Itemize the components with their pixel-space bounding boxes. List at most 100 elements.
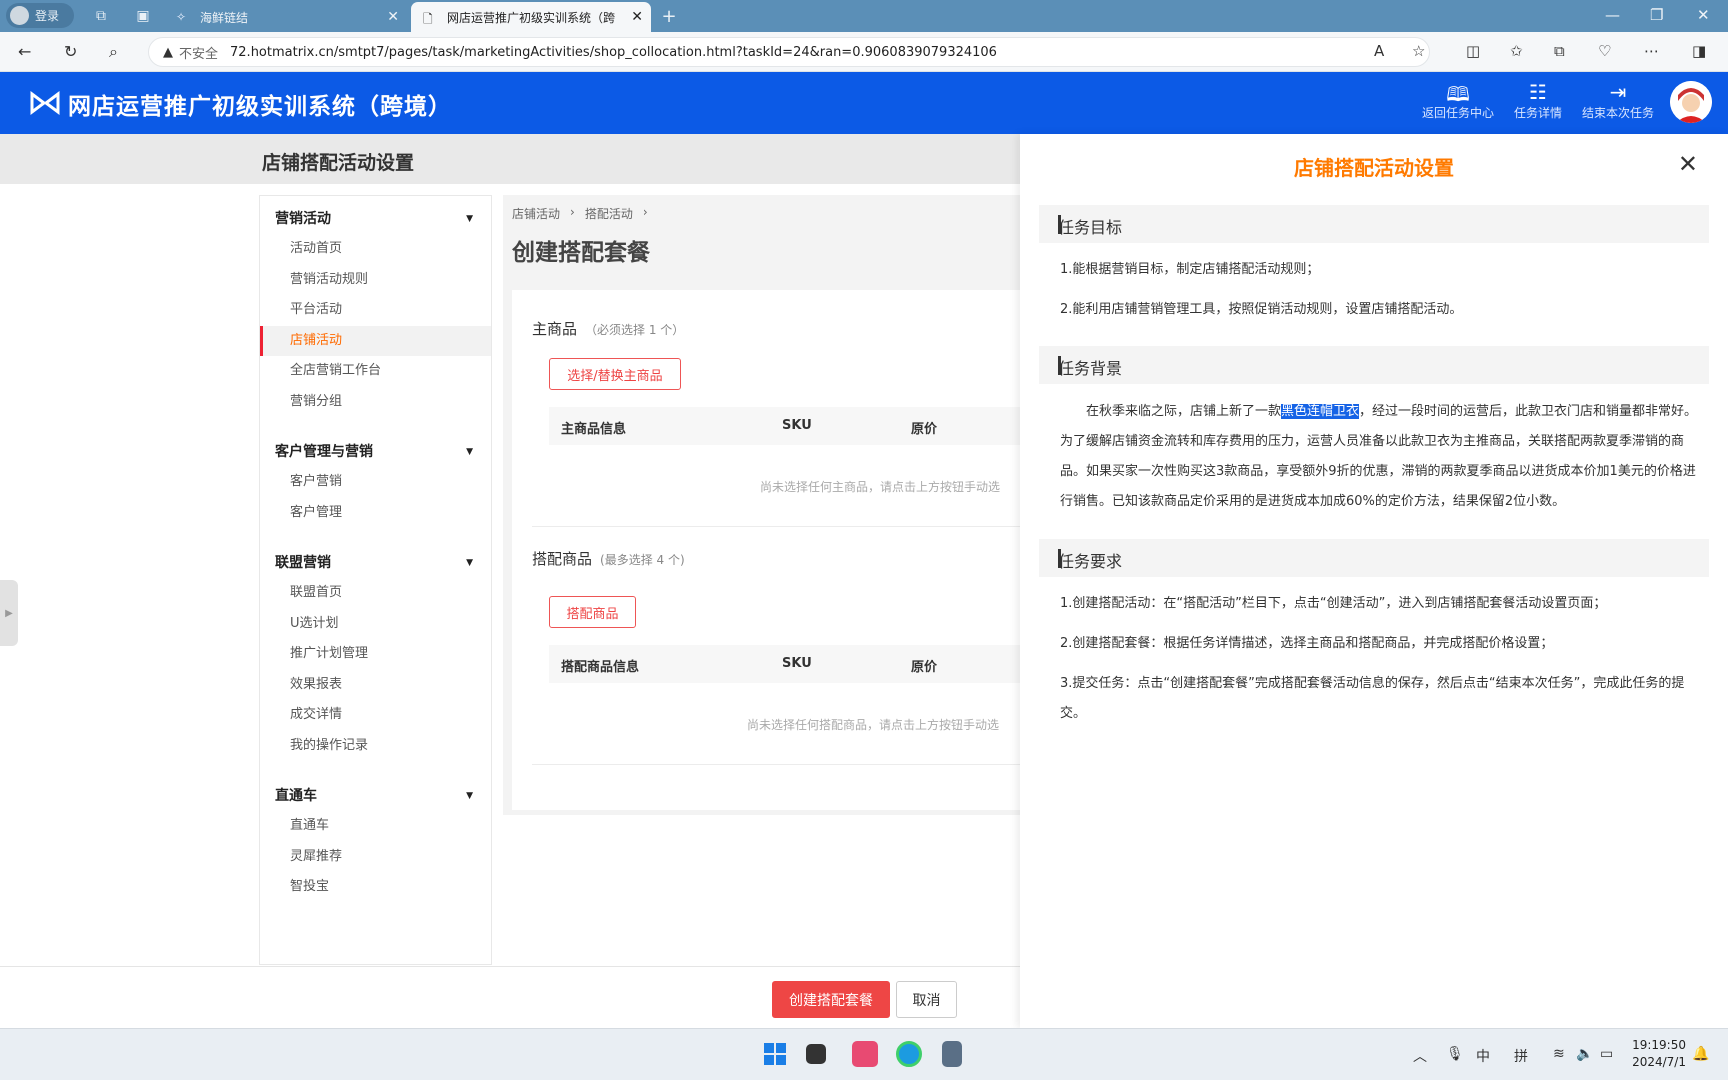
paragraph: 1.创建搭配活动：在“搭配活动”栏目下，点击“创建活动”，进入到店铺搭配套餐活动… xyxy=(1060,596,1607,611)
sidebar-item-platform-activity[interactable]: 平台活动 xyxy=(260,295,491,326)
sidebar-expand-handle[interactable]: ▶ xyxy=(0,580,18,646)
clock-date: 2024/7/1 xyxy=(1632,1055,1686,1069)
security-label: 不安全 xyxy=(179,46,219,62)
sidebar-group-title[interactable]: 直通车 ▼ xyxy=(260,781,491,811)
workspaces-icon[interactable]: ⧉ xyxy=(92,7,110,25)
match-product-button[interactable]: 搭配商品 xyxy=(549,596,636,628)
restore-icon[interactable]: ❐ xyxy=(1650,6,1663,24)
edge-browser-icon[interactable] xyxy=(896,1041,922,1067)
button-label: 结束本次任务 xyxy=(1581,106,1654,120)
favorite-star-icon[interactable]: ☆ xyxy=(1412,42,1425,60)
sidebar-item-shop-activity[interactable]: 店铺活动 xyxy=(260,325,491,356)
ime-language[interactable]: 中 xyxy=(1476,1046,1490,1066)
sidebar-item-zhitoubao[interactable]: 智投宝 xyxy=(260,872,491,903)
sidebar-item-customer-management[interactable]: 客户管理 xyxy=(260,498,491,529)
text-run: 在秋季来临之际，店铺上新了一款 xyxy=(1086,404,1282,419)
column-header: SKU xyxy=(782,656,812,671)
sidebar-item-marketing-groups[interactable]: 营销分组 xyxy=(260,387,491,418)
sidebar-item-lingxi[interactable]: 灵犀推荐 xyxy=(260,842,491,873)
refresh-icon[interactable]: ↻ xyxy=(64,42,77,61)
sidebar-group-title[interactable]: 营销活动 ▼ xyxy=(260,204,491,234)
address-input[interactable]: ▲ 不安全 72.hotmatrix.cn/smtpt7/pages/task/… xyxy=(148,37,1430,67)
split-screen-icon[interactable]: ◫ xyxy=(1466,42,1480,60)
back-icon[interactable]: ← xyxy=(18,42,31,61)
group-label: 联盟营销 xyxy=(275,555,331,571)
sidebar-item-deal-details[interactable]: 成交详情 xyxy=(260,700,491,731)
volume-icon[interactable]: 🔈 xyxy=(1576,1046,1593,1062)
end-task-button[interactable]: ⇥ 结束本次任务 xyxy=(1578,80,1658,121)
main-content: 店铺活动 › 搭配活动 › 创建搭配套餐 主商品 （必须选择 1 个） 选择/替换… xyxy=(503,195,1020,815)
tab-actions-icon[interactable]: ▣ xyxy=(134,7,152,25)
section-title: 任务背景 xyxy=(1058,359,1123,378)
collections-icon[interactable]: ⧉ xyxy=(1554,42,1565,60)
more-menu-icon[interactable]: ⋯ xyxy=(1644,42,1659,60)
battery-icon[interactable]: ▭ xyxy=(1600,1046,1613,1062)
sidebar-item-through-train[interactable]: 直通车 xyxy=(260,811,491,842)
system-clock[interactable]: 19:19:50 2024/7/1 xyxy=(1632,1037,1686,1071)
tab-label: 海鲜链结 xyxy=(200,10,249,25)
task-view-icon[interactable] xyxy=(806,1044,826,1064)
sidebar-item-my-logs[interactable]: 我的操作记录 xyxy=(260,731,491,762)
sidebar-item-customer-marketing[interactable]: 客户营销 xyxy=(260,467,491,498)
column-header: 原价 xyxy=(911,660,938,675)
close-tab-icon[interactable]: ✕ xyxy=(387,9,399,25)
clock-time: 19:19:50 xyxy=(1632,1038,1686,1052)
column-header: 主商品信息 xyxy=(561,422,627,437)
user-avatar[interactable] xyxy=(1670,81,1712,123)
return-task-center-button[interactable]: 🕮 返回任务中心 xyxy=(1418,80,1498,121)
selected-text: 黑色连帽卫衣 xyxy=(1281,404,1360,419)
breadcrumb-shop-activity[interactable]: 店铺活动 xyxy=(512,205,560,222)
site-favicon-icon: ✧ xyxy=(176,10,187,24)
breadcrumb-match-activity[interactable]: 搭配活动 xyxy=(585,205,633,222)
app-icon[interactable] xyxy=(852,1041,878,1067)
favorites-icon[interactable]: ✩ xyxy=(1510,42,1523,60)
main-product-table-header: 主商品信息 SKU 原价 xyxy=(549,407,1020,445)
chevron-right-icon: ▶ xyxy=(5,607,13,619)
sidebar-item-marketing-workbench[interactable]: 全店营销工作台 xyxy=(260,356,491,387)
app-logo-icon xyxy=(30,91,60,115)
section-hint: (最多选择 4 个) xyxy=(600,553,685,567)
sidebar-group-title[interactable]: 客户管理与营销 ▼ xyxy=(260,437,491,467)
breadcrumb-separator: › xyxy=(642,205,648,219)
book-icon: 🕮 xyxy=(1446,82,1470,106)
section-hint: （必须选择 1 个） xyxy=(585,323,685,337)
close-icon[interactable]: ✕ xyxy=(1678,150,1698,178)
tab-inactive[interactable]: ✧ 海鲜链结 ✕ xyxy=(164,2,407,32)
close-window-icon[interactable]: ✕ xyxy=(1697,6,1710,24)
paragraph: 1.能根据营销目标，制定店铺搭配活动规则； xyxy=(1060,262,1320,277)
sidebar-item-affiliate-home[interactable]: 联盟首页 xyxy=(260,578,491,609)
microphone-icon[interactable]: 🎙 xyxy=(1446,1046,1464,1062)
sidebar-item-activity-home[interactable]: 活动首页 xyxy=(260,234,491,265)
browser-essentials-icon[interactable]: ♡ xyxy=(1598,42,1611,60)
breadcrumb: 店铺活动 › 搭配活动 › xyxy=(512,205,648,222)
sidebar-toggle-icon[interactable]: ◨ xyxy=(1692,42,1706,60)
list-icon: ☷ xyxy=(1529,80,1547,104)
search-icon[interactable]: ⌕ xyxy=(109,42,118,62)
sidebar-group-title[interactable]: 联盟营销 ▼ xyxy=(260,548,491,578)
close-tab-icon[interactable]: ✕ xyxy=(631,9,643,25)
tab-active[interactable]: 🗋 网店运营推广初级实训系统（跨 ✕ xyxy=(411,2,651,32)
select-main-product-button[interactable]: 选择/替换主商品 xyxy=(549,358,681,390)
chevron-up-icon[interactable]: ︿ xyxy=(1413,1046,1427,1066)
profile-button[interactable]: 登录 xyxy=(6,3,74,28)
windows-start-icon[interactable] xyxy=(762,1041,788,1067)
calculator-icon[interactable] xyxy=(942,1041,962,1067)
sidebar-item-marketing-rules[interactable]: 营销活动规则 xyxy=(260,265,491,296)
task-details-button[interactable]: ☷ 任务详情 xyxy=(1498,80,1578,121)
sidebar-item-promo-plans[interactable]: 推广计划管理 xyxy=(260,639,491,670)
task-goal-text: 1.能根据营销目标，制定店铺搭配活动规则； 2.能利用店铺营销管理工具，按照促销… xyxy=(1060,255,1700,325)
wifi-icon[interactable]: ≋ xyxy=(1553,1046,1565,1062)
sidebar-item-u-select[interactable]: U选计划 xyxy=(260,609,491,640)
create-package-button[interactable]: 创建搭配套餐 xyxy=(772,981,890,1018)
read-aloud-icon[interactable]: A xyxy=(1374,42,1384,60)
breadcrumb-separator: › xyxy=(570,205,575,219)
notification-icon[interactable]: 🔔 xyxy=(1692,1046,1709,1062)
minimize-icon[interactable]: — xyxy=(1605,6,1620,24)
new-tab-icon[interactable]: + xyxy=(660,6,678,27)
ime-mode[interactable]: 拼 xyxy=(1514,1046,1528,1066)
os-taskbar: ︿ 🎙 中 拼 ≋ 🔈 ▭ 19:19:50 2024/7/1 🔔 xyxy=(0,1028,1728,1080)
sidebar-item-reports[interactable]: 效果报表 xyxy=(260,670,491,701)
cancel-button[interactable]: 取消 xyxy=(896,981,957,1018)
task-requirements-header: 任务要求 xyxy=(1039,539,1709,577)
sidebar-group-marketing: 营销活动 ▼ 活动首页 营销活动规则 平台活动 店铺活动 全店营销工作台 营销分组 xyxy=(260,204,491,417)
